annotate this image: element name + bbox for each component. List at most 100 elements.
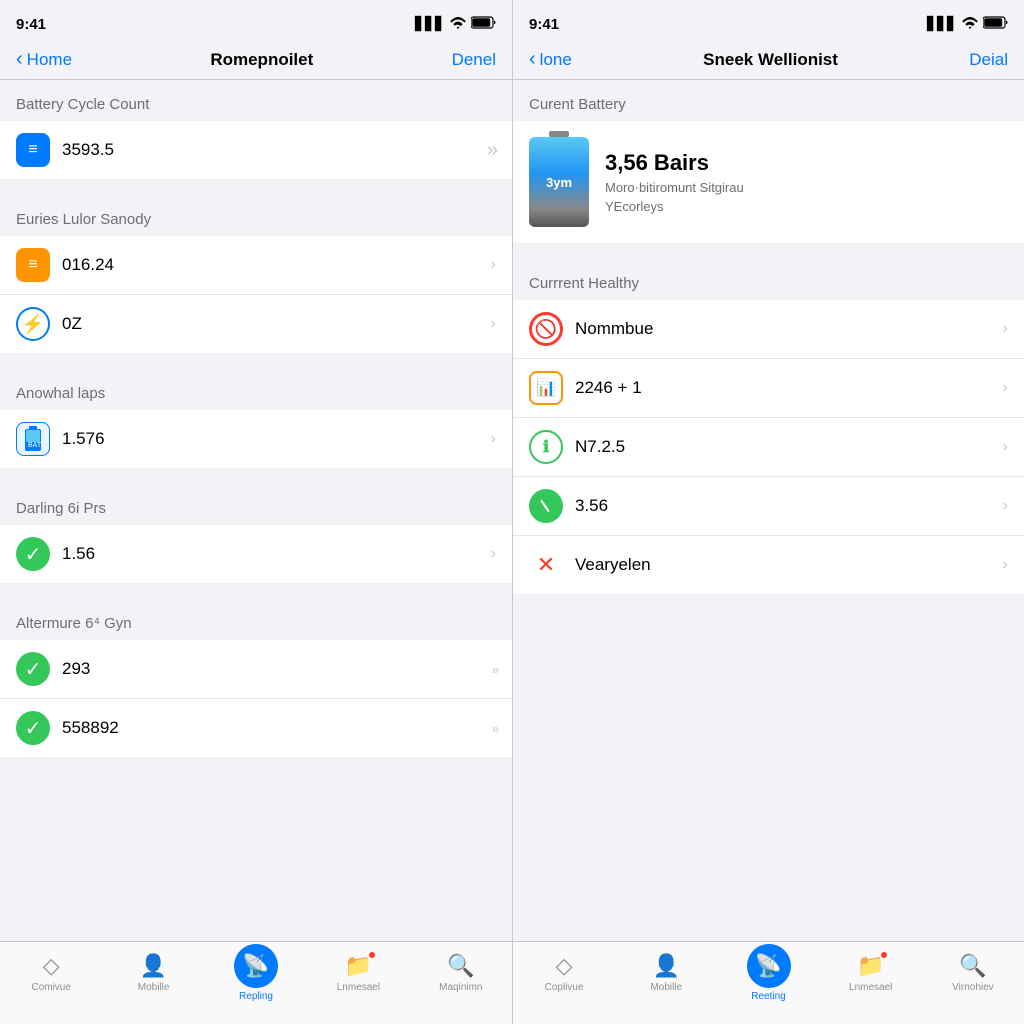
nav-title-right: Sneek Wellionist [703, 50, 838, 70]
nav-action-right[interactable]: Deial [969, 50, 1008, 70]
tab-label-comivue: Comivue [31, 982, 70, 993]
scroll-content-left: Battery Cycle Count ≡ 3593.5 ›› Euries L… [0, 80, 512, 941]
health-item-n725[interactable]: ℹ N7.2.5 › [513, 418, 1024, 477]
tab-label-mobille-right: Mobille [650, 982, 682, 993]
list-item-558892[interactable]: ✓ 558892 » [0, 699, 512, 757]
battery-cycle-value: 3593.5 [62, 140, 487, 160]
right-panel: 9:41 ▋▋▋ ‹ lone Sneek Wellionist Deial C… [512, 0, 1024, 1024]
health-item-nommbue[interactable]: 🚫 Nommbue › [513, 300, 1024, 359]
badge-dot-left [368, 951, 376, 959]
list-group-4: ✓ 293 » ✓ 558892 » [0, 640, 512, 757]
tab-label-lnmesael-right: Lnmesael [849, 982, 892, 993]
bar-icon-symbol: 📊 [536, 378, 556, 398]
nav-back-left[interactable]: ‹ Home [16, 48, 72, 71]
tab-repling[interactable]: 📡 Repling [205, 942, 307, 1004]
tab-maqinimn[interactable]: 🔍 Maqinimn [410, 942, 512, 1004]
list-item-293[interactable]: ✓ 293 » [0, 640, 512, 699]
value-016: 016.24 [62, 255, 491, 275]
health-list: 🚫 Nommbue › 📊 2246 + 1 › ℹ N7.2.5 › [513, 300, 1024, 594]
list-item-156[interactable]: ✓ 1.56 › [0, 525, 512, 583]
health-item-vearyelen[interactable]: ✕ Vearyelen › [513, 536, 1024, 594]
chevron-0z: › [491, 315, 496, 333]
slash-icon: / [529, 489, 563, 523]
tab-badge-left: 📁 [345, 953, 372, 979]
value-1576: 1.576 [62, 429, 491, 449]
list-item-1576[interactable]: BAT 1.576 › [0, 410, 512, 468]
wifi-icon-right [962, 17, 978, 32]
chevron-1576: › [491, 430, 496, 448]
wifi-icon-left [450, 17, 466, 32]
section-header-1: Euries Lulor Sanody [0, 195, 512, 236]
battery-info: 3,56 Bairs Moro·bitiromunt Sitgirau YEco… [605, 150, 744, 214]
tab-icon-repling: 📡 [242, 953, 269, 979]
scroll-content-right: Curent Battery 3ym 3,56 Bairs Moro·bitir… [513, 80, 1024, 941]
tab-mobille-left[interactable]: 👤 Mobille [102, 942, 204, 1004]
tab-label-mobille-left: Mobille [138, 982, 170, 993]
health-item-356[interactable]: / 3.56 › [513, 477, 1024, 536]
back-label-left[interactable]: Home [27, 50, 72, 70]
health-n725-text: N7.2.5 [575, 437, 1003, 457]
current-battery-header: Curent Battery [513, 80, 1024, 121]
back-label-right[interactable]: lone [540, 50, 572, 70]
health-nommbue-text: Nommbue [575, 319, 1003, 339]
badge-dot-right [880, 951, 888, 959]
time-left: 9:41 [16, 16, 46, 33]
chevron-293: » [492, 662, 496, 677]
back-chevron-right: ‹ [529, 48, 536, 71]
battery-value: 3,56 Bairs [605, 150, 744, 176]
battery-hero: 3ym 3,56 Bairs Moro·bitiromunt Sitgirau … [513, 121, 1024, 243]
battery-cycle-chevron: ›› [487, 139, 496, 162]
battery-icon-right [983, 16, 1008, 32]
battery-image: 3ym [529, 137, 589, 227]
tab-label-repling: Repling [239, 991, 273, 1002]
value-156: 1.56 [62, 544, 491, 564]
signal-icon-right: ▋▋▋ [927, 16, 957, 32]
signal-icon-left: ▋▋▋ [415, 16, 445, 32]
tab-bar-left: ◇ Comivue 👤 Mobille 📡 Repling 📁 Lnmesael… [0, 941, 512, 1024]
tab-virnohiev[interactable]: 🔍 Virnohiev [922, 942, 1024, 1004]
list-group-1: ≡ 016.24 › ⚡ 0Z › [0, 236, 512, 353]
tab-lnmesael-right[interactable]: 📁 Lnmesael [820, 942, 922, 1004]
left-panel: 9:41 ▋▋▋ ‹ Home Romepnoilet Denel Batter… [0, 0, 512, 1024]
section-header-4: Altermure 6⁴ Gyn [0, 599, 512, 640]
status-icons-left: ▋▋▋ [415, 16, 496, 32]
battery-label: 3ym [546, 175, 572, 190]
tab-active-bg-left: 📡 [234, 944, 278, 988]
list-item-0z[interactable]: ⚡ 0Z › [0, 295, 512, 353]
battery-sub2: YEcorleys [605, 199, 744, 214]
health-356-text: 3.56 [575, 496, 1003, 516]
tab-label-coplivue: Coplivue [545, 982, 584, 993]
value-558892: 558892 [62, 718, 492, 738]
tab-lnmesael-left[interactable]: 📁 Lnmesael [307, 942, 409, 1004]
tab-icon-reeting: 📡 [755, 953, 782, 979]
health-2246-text: 2246 + 1 [575, 378, 1003, 398]
tab-label-virnohiev: Virnohiev [952, 982, 994, 993]
tab-label-reeting: Reeting [751, 991, 785, 1002]
nav-action-left[interactable]: Denel [452, 50, 496, 70]
slash-symbol: / [537, 497, 555, 515]
bar-icon: 📊 [529, 371, 563, 405]
list-item-battery-cycle[interactable]: ≡ 3593.5 ›› [0, 121, 512, 179]
x-symbol: ✕ [537, 552, 555, 578]
no-icon-symbol: 🚫 [535, 319, 557, 340]
orange-icon: ≡ [16, 248, 50, 282]
health-vearyelen-text: Vearyelen [575, 555, 1003, 575]
value-293: 293 [62, 659, 492, 679]
health-356-chevron: › [1003, 497, 1008, 515]
chevron-016: › [491, 256, 496, 274]
tab-mobille-right[interactable]: 👤 Mobille [615, 942, 717, 1004]
list-group-3: ✓ 1.56 › [0, 525, 512, 583]
tab-coplivue[interactable]: ◇ Coplivue [513, 942, 615, 1004]
health-item-2246[interactable]: 📊 2246 + 1 › [513, 359, 1024, 418]
chevron-558892: » [492, 721, 496, 736]
health-n725-chevron: › [1003, 438, 1008, 456]
list-group-0: ≡ 3593.5 ›› [0, 121, 512, 179]
battery-cycle-icon: ≡ [16, 133, 50, 167]
nav-back-right[interactable]: ‹ lone [529, 48, 572, 71]
battery-sub1: Moro·bitiromunt Sitgirau [605, 180, 744, 195]
health-2246-chevron: › [1003, 379, 1008, 397]
tab-reeting[interactable]: 📡 Reeting [717, 942, 819, 1004]
info-circle-icon: ℹ [529, 430, 563, 464]
list-item-016[interactable]: ≡ 016.24 › [0, 236, 512, 295]
tab-comivue[interactable]: ◇ Comivue [0, 942, 102, 1004]
